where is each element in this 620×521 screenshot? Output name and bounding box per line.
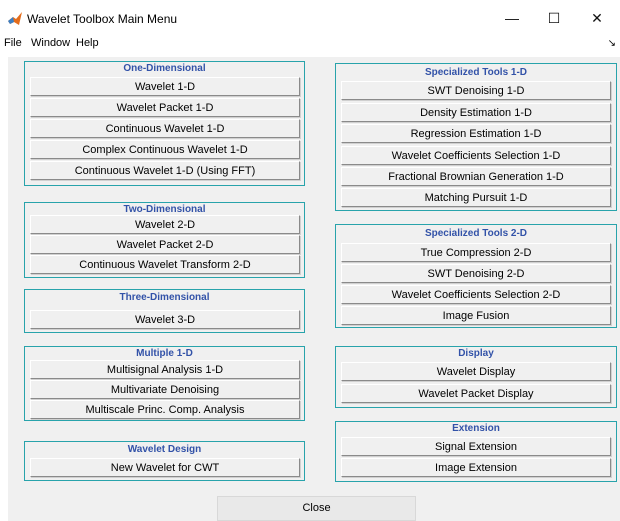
continuous-wavelet-1d-button[interactable]: Continuous Wavelet 1-D — [30, 119, 300, 138]
panel-title: Wavelet Design — [127, 444, 202, 455]
menu-file[interactable]: File — [4, 37, 22, 49]
panel-wavelet-design: Wavelet Design New Wavelet for CWT — [24, 441, 305, 481]
minimize-button[interactable]: — — [492, 5, 532, 31]
menu-help[interactable]: Help — [76, 37, 99, 49]
menu-window[interactable]: Window — [31, 37, 70, 49]
panel-title: Extension — [452, 423, 500, 434]
close-window-button[interactable]: ✕ — [577, 5, 617, 31]
continuous-wavelet-fft-button[interactable]: Continuous Wavelet 1-D (Using FFT) — [30, 161, 300, 180]
wavelet-3d-button[interactable]: Wavelet 3-D — [30, 310, 300, 329]
title-bar: Wavelet Toolbox Main Menu — ☐ ✕ — [0, 0, 620, 36]
close-button[interactable]: Close — [217, 496, 416, 521]
wavelet-coefficients-selection-1d-button[interactable]: Wavelet Coefficients Selection 1-D — [341, 146, 611, 165]
wavelet-coefficients-selection-2d-button[interactable]: Wavelet Coefficients Selection 2-D — [341, 285, 611, 304]
panel-extension: Extension Signal Extension Image Extensi… — [335, 421, 617, 482]
matching-pursuit-1d-button[interactable]: Matching Pursuit 1-D — [341, 188, 611, 207]
panel-two-dimensional: Two-Dimensional Wavelet 2-D Wavelet Pack… — [24, 202, 305, 278]
menu-bar: File Window Help ↘ — [0, 36, 620, 54]
panel-title: Multiple 1-D — [136, 348, 193, 359]
signal-extension-button[interactable]: Signal Extension — [341, 437, 611, 456]
swt-denoising-2d-button[interactable]: SWT Denoising 2-D — [341, 264, 611, 283]
panel-three-dimensional: Three-Dimensional Wavelet 3-D — [24, 289, 305, 333]
wavelet-packet-display-button[interactable]: Wavelet Packet Display — [341, 384, 611, 403]
regression-estimation-1d-button[interactable]: Regression Estimation 1-D — [341, 124, 611, 143]
panel-title: Specialized Tools 2-D — [424, 228, 528, 239]
matlab-icon — [8, 12, 22, 25]
panel-title: Specialized Tools 1-D — [424, 67, 528, 78]
wavelet-2d-button[interactable]: Wavelet 2-D — [30, 215, 300, 234]
panel-multiple-1d: Multiple 1-D Multisignal Analysis 1-D Mu… — [24, 346, 305, 421]
wavelet-packet-2d-button[interactable]: Wavelet Packet 2-D — [30, 235, 300, 254]
dock-arrow-icon[interactable]: ↘ — [608, 38, 616, 49]
panel-title: One-Dimensional — [123, 63, 206, 74]
fractional-brownian-generation-1d-button[interactable]: Fractional Brownian Generation 1-D — [341, 167, 611, 186]
image-fusion-button[interactable]: Image Fusion — [341, 306, 611, 325]
panel-one-dimensional: One-Dimensional Wavelet 1-D Wavelet Pack… — [24, 61, 305, 186]
panel-title: Display — [458, 348, 494, 359]
window-title: Wavelet Toolbox Main Menu — [27, 12, 178, 26]
panel-specialized-tools-1d: Specialized Tools 1-D SWT Denoising 1-D … — [335, 63, 617, 211]
wavelet-display-button[interactable]: Wavelet Display — [341, 362, 611, 381]
true-compression-2d-button[interactable]: True Compression 2-D — [341, 243, 611, 262]
main-area: One-Dimensional Wavelet 1-D Wavelet Pack… — [8, 57, 620, 521]
density-estimation-1d-button[interactable]: Density Estimation 1-D — [341, 103, 611, 122]
wavelet-1d-button[interactable]: Wavelet 1-D — [30, 77, 300, 96]
swt-denoising-1d-button[interactable]: SWT Denoising 1-D — [341, 81, 611, 100]
panel-title: Two-Dimensional — [123, 204, 206, 215]
multiscale-pca-button[interactable]: Multiscale Princ. Comp. Analysis — [30, 400, 300, 419]
continuous-wavelet-transform-2d-button[interactable]: Continuous Wavelet Transform 2-D — [30, 255, 300, 274]
image-extension-button[interactable]: Image Extension — [341, 458, 611, 477]
maximize-button[interactable]: ☐ — [534, 5, 574, 31]
panel-specialized-tools-2d: Specialized Tools 2-D True Compression 2… — [335, 224, 617, 328]
panel-display: Display Wavelet Display Wavelet Packet D… — [335, 346, 617, 408]
multivariate-denoising-button[interactable]: Multivariate Denoising — [30, 380, 300, 399]
multisignal-analysis-1d-button[interactable]: Multisignal Analysis 1-D — [30, 360, 300, 379]
complex-continuous-wavelet-1d-button[interactable]: Complex Continuous Wavelet 1-D — [30, 140, 300, 159]
wavelet-packet-1d-button[interactable]: Wavelet Packet 1-D — [30, 98, 300, 117]
panel-title: Three-Dimensional — [119, 292, 210, 303]
new-wavelet-cwt-button[interactable]: New Wavelet for CWT — [30, 458, 300, 477]
